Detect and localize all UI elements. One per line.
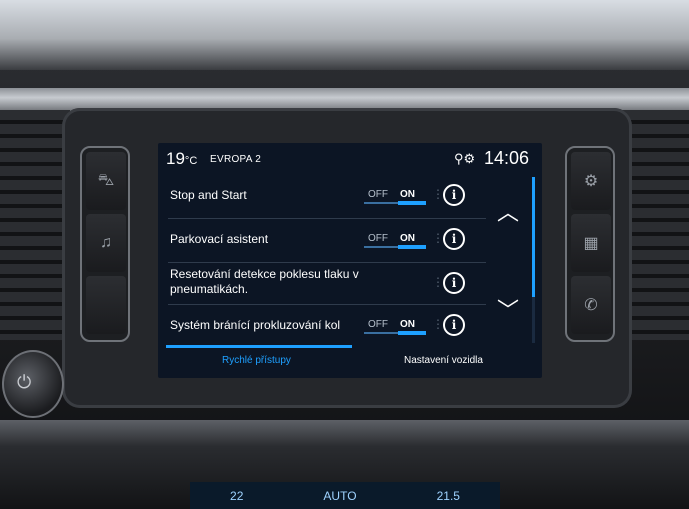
car-icon: ⛍ — [97, 172, 115, 189]
power-icon: ⏻ — [17, 372, 32, 392]
active-tab-indicator — [166, 345, 352, 348]
info-icon[interactable]: i — [443, 272, 465, 294]
settings-button[interactable]: ⚙ — [571, 152, 611, 210]
setting-row-tyre-pressure-reset[interactable]: Resetování detekce poklesu tlaku v pneum… — [158, 263, 488, 305]
toggle-on-label: ON — [400, 233, 415, 244]
climate-left-temp: 22 — [230, 488, 244, 503]
traction-control-toggle[interactable]: OFF ON — [364, 319, 426, 335]
climate-display: 22 AUTO 21.5 — [190, 482, 500, 509]
tab-vehicle-settings[interactable]: Nastavení vozidla — [404, 355, 483, 366]
climate-right-temp: 21.5 — [436, 488, 460, 503]
apps-button[interactable]: ▦ — [571, 214, 611, 272]
dashboard-top — [0, 0, 689, 70]
infotainment-screen: 19°C EVROPA 2 ⚲⚙ 14:06 Stop and Start OF… — [158, 143, 542, 378]
settings-icon: ⚙ — [583, 173, 599, 190]
toggle-indicator — [398, 331, 426, 335]
music-button[interactable]: ♫ — [86, 214, 126, 272]
left-button-column: ⛍ ♫ — [80, 146, 130, 342]
phone-button[interactable]: ✆ — [571, 276, 611, 334]
setting-label: Parkovací asistent — [170, 232, 269, 246]
location-icon: ⚲ — [454, 151, 464, 166]
setting-label: Systém bránící prokluzování kol — [170, 318, 341, 332]
car-button[interactable]: ⛍ — [86, 152, 126, 210]
info-icon[interactable]: i — [443, 314, 465, 336]
scrollbar[interactable] — [532, 177, 535, 343]
stop-start-toggle[interactable]: OFF ON — [364, 189, 426, 205]
setting-label: Resetování detekce poklesu tlaku v pneum… — [170, 267, 359, 296]
status-bar: 19°C EVROPA 2 ⚲⚙ 14:06 — [158, 143, 542, 173]
toggle-off-label: OFF — [368, 189, 388, 200]
apps-icon: ▦ — [583, 235, 599, 252]
status-icons: ⚲⚙ — [454, 151, 475, 167]
outside-temperature: 19°C — [166, 149, 197, 169]
scrollbar-thumb[interactable] — [532, 177, 535, 297]
clock: 14:06 — [484, 148, 530, 168]
left-air-vent — [0, 110, 70, 340]
toggle-off-label: OFF — [368, 233, 388, 244]
setting-row-stop-start[interactable]: Stop and Start OFF ON ⋮ i — [158, 175, 488, 217]
music-icon: ♫ — [100, 234, 112, 251]
toggle-on-label: ON — [400, 189, 415, 200]
toggle-off-label: OFF — [368, 319, 388, 330]
setting-label: Stop and Start — [170, 188, 247, 202]
scroll-down-button[interactable]: ﹀ — [492, 293, 524, 323]
climate-auto-label: AUTO — [323, 488, 357, 503]
gear-icon: ⚙ — [463, 151, 476, 166]
tab-quick-access[interactable]: Rychlé přístupy — [222, 355, 291, 366]
right-button-column: ⚙ ▦ ✆ — [565, 146, 615, 342]
temperature-value: 19 — [166, 149, 185, 168]
toggle-indicator — [398, 245, 426, 249]
setting-row-traction-control[interactable]: Systém bránící prokluzování kol OFF ON ⋮… — [158, 305, 488, 347]
info-icon[interactable]: i — [443, 228, 465, 250]
setting-row-parking-assist[interactable]: Parkovací asistent OFF ON ⋮ i — [158, 219, 488, 261]
radio-station: EVROPA 2 — [210, 154, 262, 165]
power-knob[interactable]: ⏻ — [2, 350, 64, 418]
toggle-on-label: ON — [400, 319, 415, 330]
phone-icon: ✆ — [584, 297, 598, 314]
temperature-unit: °C — [184, 155, 198, 167]
bottom-tabs: Rychlé přístupy Nastavení vozidla — [158, 345, 542, 378]
info-icon[interactable]: i — [443, 184, 465, 206]
scroll-up-button[interactable]: ︿ — [492, 195, 524, 225]
toggle-indicator — [398, 201, 426, 205]
parking-assist-toggle[interactable]: OFF ON — [364, 233, 426, 249]
blank-button[interactable] — [86, 276, 126, 334]
